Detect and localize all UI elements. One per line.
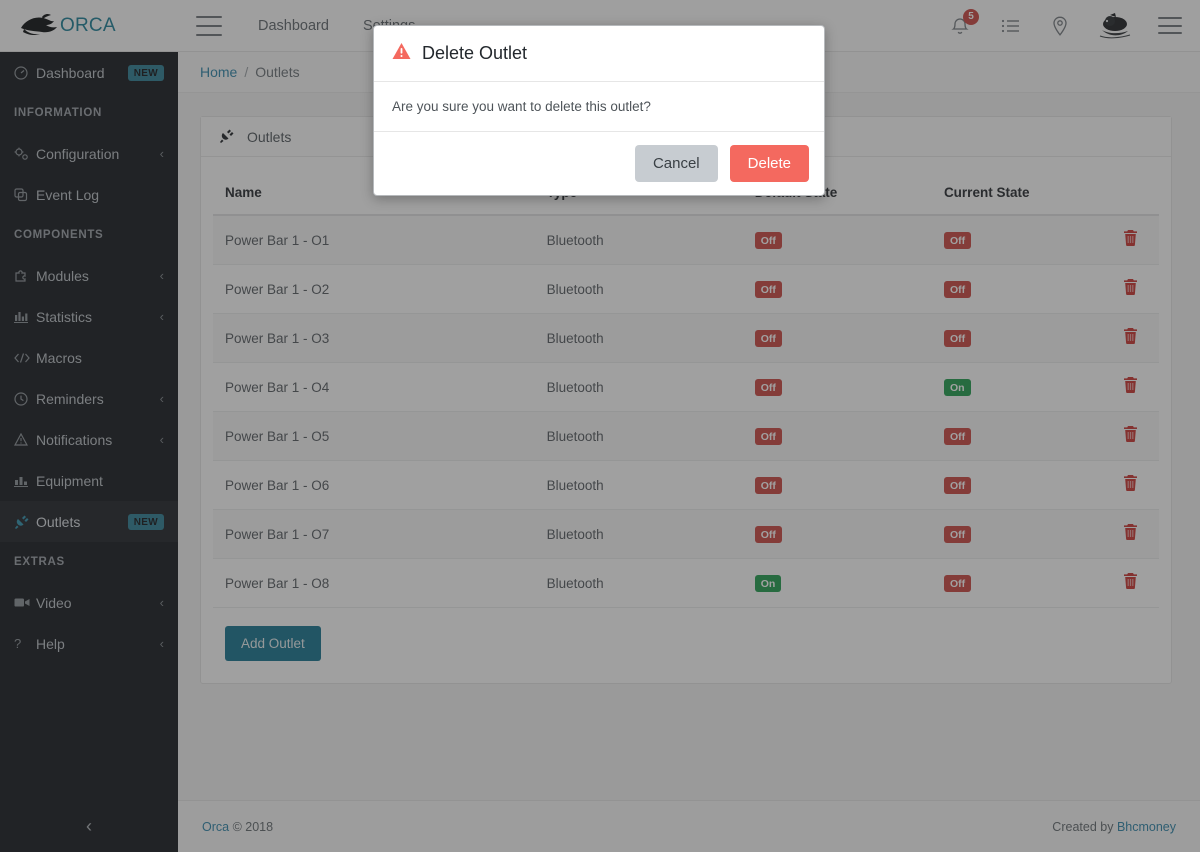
- delete-outlet-modal: Delete Outlet Are you sure you want to d…: [373, 25, 825, 196]
- cancel-button[interactable]: Cancel: [634, 145, 718, 182]
- modal-title: Delete Outlet: [422, 43, 528, 63]
- modal-footer: Cancel Delete: [374, 132, 824, 195]
- app-root: ORCA Dashboard Settings 5: [0, 0, 1200, 852]
- warning-triangle-icon: [392, 42, 411, 65]
- delete-confirm-button[interactable]: Delete: [729, 145, 809, 182]
- modal-header: Delete Outlet: [374, 26, 824, 82]
- modal-message: Are you sure you want to delete this out…: [374, 82, 824, 132]
